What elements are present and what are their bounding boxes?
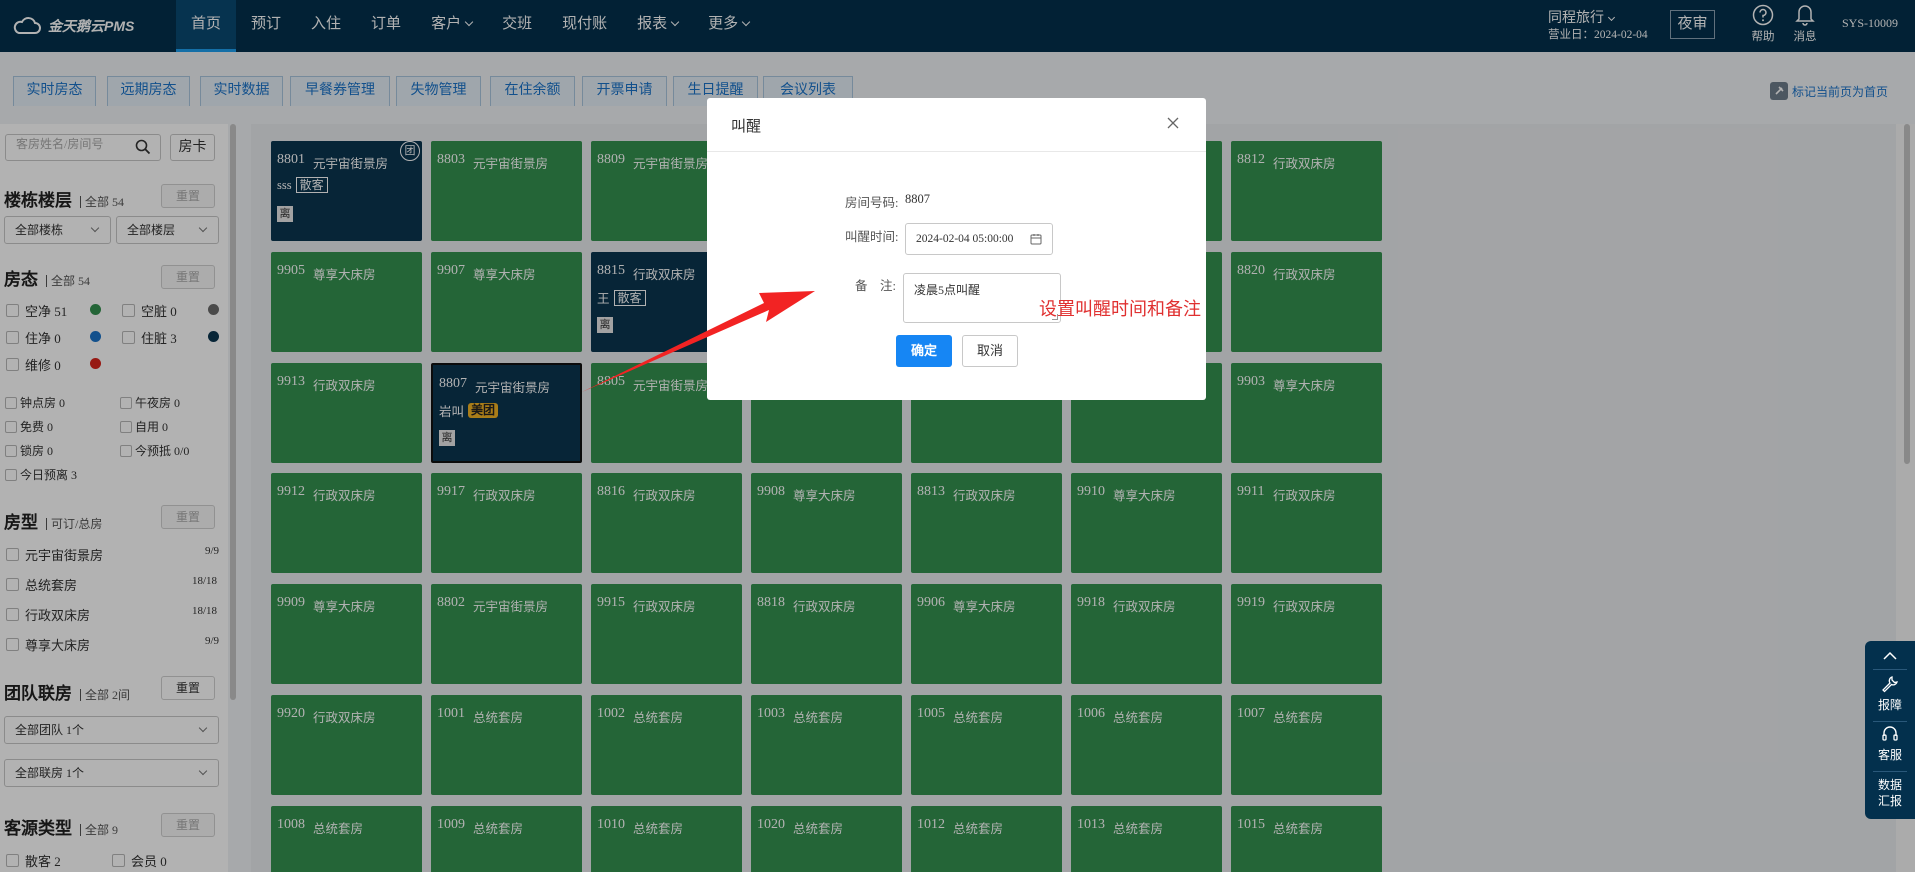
floating-toolbar: 报障 客服 数据 汇报 xyxy=(1865,641,1915,819)
dialog-title: 叫醒 xyxy=(731,119,762,135)
calendar-icon[interactable] xyxy=(1030,233,1042,245)
cancel-button[interactable]: 取消 xyxy=(962,335,1018,367)
wrench-icon xyxy=(1882,676,1898,693)
headset-icon xyxy=(1882,726,1898,741)
report-issue-button[interactable]: 报障 xyxy=(1865,675,1915,713)
remark-textarea[interactable]: 凌晨5点叫醒 xyxy=(903,273,1061,323)
wakeup-time-input[interactable]: 2024-02-04 05:00:00 xyxy=(905,223,1053,255)
divider xyxy=(1873,771,1907,772)
annotation-text: 设置叫醒时间和备注 xyxy=(1039,299,1201,319)
wakeup-time-label: 叫醒时间: xyxy=(845,230,899,244)
close-icon[interactable] xyxy=(1165,115,1181,131)
data-report-button[interactable]: 数据 汇报 xyxy=(1865,777,1915,809)
wakeup-dialog: 叫醒 房间号码: 8807 叫醒时间: 2024-02-04 05:00:00 … xyxy=(707,98,1206,400)
float-label: 汇报 xyxy=(1877,794,1902,808)
confirm-button[interactable]: 确定 xyxy=(896,335,952,367)
float-label: 数据 xyxy=(1877,778,1902,792)
divider xyxy=(1873,721,1907,722)
float-label: 客服 xyxy=(1877,748,1902,762)
customer-service-button[interactable]: 客服 xyxy=(1865,725,1915,763)
room-number-label: 房间号码: xyxy=(845,196,899,210)
remark-value: 凌晨5点叫醒 xyxy=(914,283,981,297)
dialog-divider xyxy=(707,151,1206,152)
float-label: 报障 xyxy=(1877,698,1902,712)
datetime-value: 2024-02-04 05:00:00 xyxy=(916,233,1014,245)
room-number-value: 8807 xyxy=(905,192,930,206)
remark-label: 备 注: xyxy=(855,279,896,293)
divider xyxy=(1873,669,1907,670)
chevron-up-icon[interactable] xyxy=(1882,651,1898,661)
